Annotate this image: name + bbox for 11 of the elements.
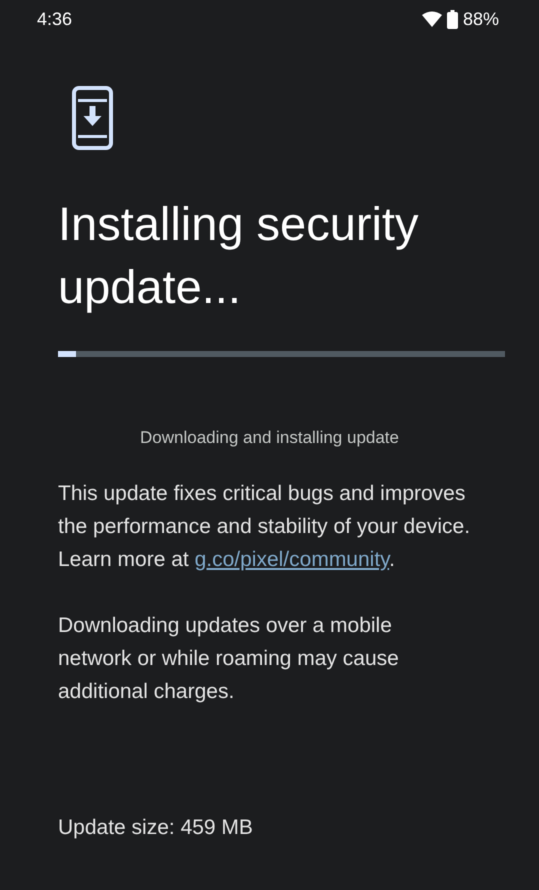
battery-icon <box>446 10 458 28</box>
update-size: Update size: 459 MB <box>58 814 254 840</box>
phone-download-icon <box>72 86 113 150</box>
battery-percentage: 88% <box>462 8 499 30</box>
charges-note: Downloading updates over a mobile network or while roaming may cause additional charges. <box>58 612 400 704</box>
page-title: Installing security update... <box>58 196 420 315</box>
status-text: Downloading and installing update <box>139 427 400 449</box>
description-text: This update fixes critical bugs and improves the performance and stability of your device. Learn more at g.co/pixel/community. <box>58 480 472 572</box>
clock-time: 4:36 <box>37 8 72 30</box>
community-link[interactable]: g.co/pixel/community <box>194 548 390 570</box>
wifi-icon <box>422 11 442 27</box>
